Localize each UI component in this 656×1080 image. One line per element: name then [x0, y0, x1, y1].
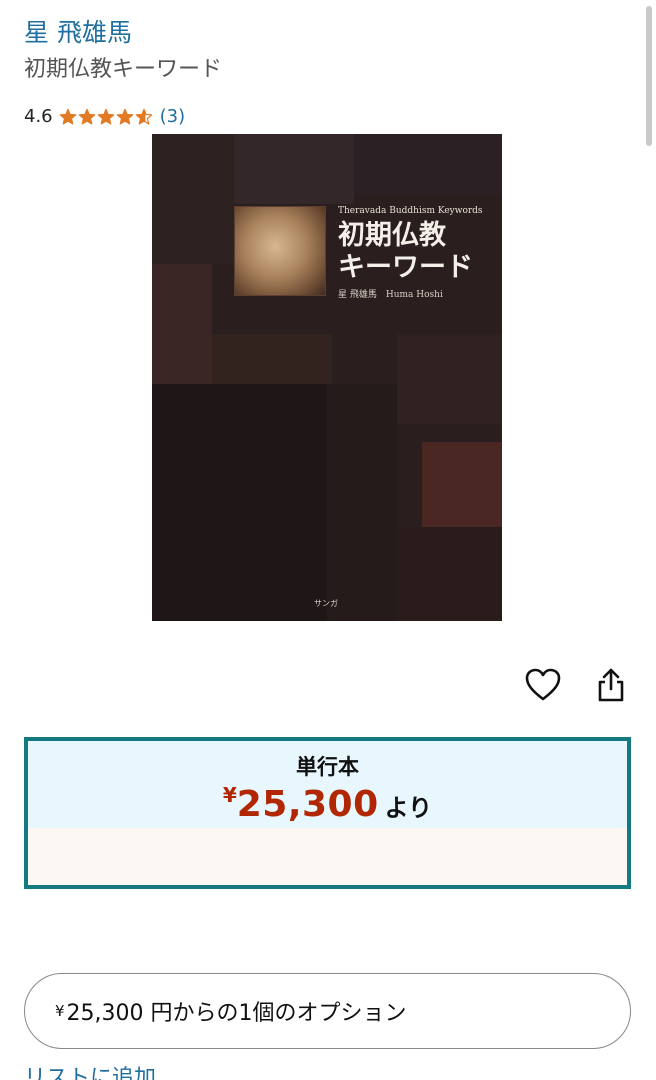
cover-pattern-block	[397, 527, 502, 621]
product-title: 初期仏教キーワード	[24, 57, 223, 82]
cover-publisher: サンガ	[314, 599, 338, 608]
currency-symbol: ¥	[55, 1002, 65, 1020]
product-page: 星 飛雄馬 初期仏教キーワード 4.6 (3) Theravada Buddhi…	[0, 0, 656, 1080]
price-amount: 25,300	[236, 784, 379, 825]
currency-symbol: ¥	[222, 783, 237, 807]
cover-english-subtitle: Theravada Buddhism Keywords	[338, 206, 483, 216]
scrollbar[interactable]	[646, 6, 652, 146]
cover-pattern-block	[354, 134, 502, 194]
buying-options-label: 25,300 円からの1個のオプション	[66, 1001, 407, 1026]
star-icon	[59, 108, 76, 125]
rating-value: 4.6	[24, 106, 53, 127]
cover-pattern-block	[152, 384, 327, 621]
format-option-footer	[28, 828, 627, 885]
share-icon	[598, 668, 624, 702]
price-suffix: より	[384, 794, 433, 822]
star-icon	[116, 108, 133, 125]
cover-pattern-block	[327, 384, 397, 621]
cover-pattern-block	[152, 264, 212, 394]
star-icon	[97, 108, 114, 125]
format-option-header: 単行本 ¥25,300 より	[28, 741, 627, 828]
add-to-list-link[interactable]: リストに追加	[24, 1066, 156, 1080]
heart-icon	[525, 668, 561, 701]
rating-row[interactable]: 4.6 (3)	[24, 108, 185, 126]
book-cover-image[interactable]: Theravada Buddhism Keywords 初期仏教 キーワード 星…	[152, 134, 502, 621]
share-button[interactable]	[591, 665, 631, 705]
author-link[interactable]: 星 飛雄馬	[24, 20, 132, 45]
star-icon	[135, 108, 152, 125]
format-price: ¥25,300 より	[28, 785, 627, 823]
wishlist-button[interactable]	[523, 665, 563, 705]
cover-pattern-block	[152, 134, 234, 264]
cover-pattern-block	[422, 442, 502, 527]
format-label: 単行本	[296, 755, 359, 779]
star-rating	[59, 108, 154, 126]
rating-count-link[interactable]: (3)	[160, 108, 186, 126]
star-icon	[78, 108, 95, 125]
buying-options-button[interactable]: ¥25,300 円からの1個のオプション	[24, 973, 631, 1049]
cover-title: 初期仏教 キーワード	[338, 220, 473, 283]
format-option-card[interactable]: 単行本 ¥25,300 より	[24, 737, 631, 889]
cover-author: 星 飛雄馬 Huma Hoshi	[338, 290, 443, 300]
cover-pattern-block	[234, 134, 354, 204]
cover-buddha-hands-photo	[234, 206, 326, 296]
cover-pattern-block	[397, 334, 502, 424]
